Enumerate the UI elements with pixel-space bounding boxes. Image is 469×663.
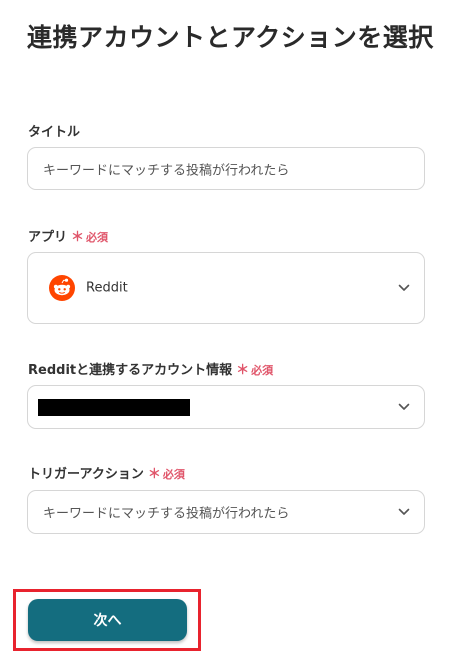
- account-label: Redditと連携するアカウント情報＊必須: [28, 359, 273, 378]
- title-label-text: タイトル: [28, 125, 81, 140]
- required-mark: ＊: [147, 467, 161, 482]
- chevron-down-icon: [398, 403, 410, 410]
- required-mark: ＊: [71, 230, 85, 245]
- app-label-text: アプリ: [28, 230, 68, 245]
- chevron-down-icon: [398, 508, 410, 515]
- account-label-text: Redditと連携するアカウント情報: [28, 363, 233, 378]
- trigger-select-value: キーワードにマッチする投稿が行われたら: [43, 506, 290, 522]
- account-select[interactable]: [27, 385, 425, 429]
- app-select[interactable]: Reddit: [27, 252, 425, 324]
- chevron-down-icon: [398, 284, 410, 291]
- app-label: アプリ＊必須: [28, 226, 108, 245]
- app-select-value: Reddit: [86, 280, 128, 296]
- title-input-value: キーワードにマッチする投稿が行われたら: [43, 163, 290, 178]
- title-input[interactable]: キーワードにマッチする投稿が行われたら: [27, 147, 425, 190]
- title-label: タイトル: [28, 121, 80, 140]
- trigger-label-text: トリガーアクション: [28, 467, 144, 482]
- required-mark: ＊: [236, 363, 250, 378]
- next-button[interactable]: 次へ: [28, 599, 187, 641]
- required-text: 必須: [162, 468, 185, 481]
- reddit-logo-icon: [49, 275, 75, 301]
- trigger-select[interactable]: キーワードにマッチする投稿が行われたら: [27, 490, 425, 534]
- page-title: 連携アカウントとアクションを選択: [27, 23, 434, 52]
- redacted-account-value: [38, 399, 190, 416]
- trigger-label: トリガーアクション＊必須: [28, 463, 185, 482]
- required-text: 必須: [86, 231, 109, 244]
- required-text: 必須: [251, 364, 274, 377]
